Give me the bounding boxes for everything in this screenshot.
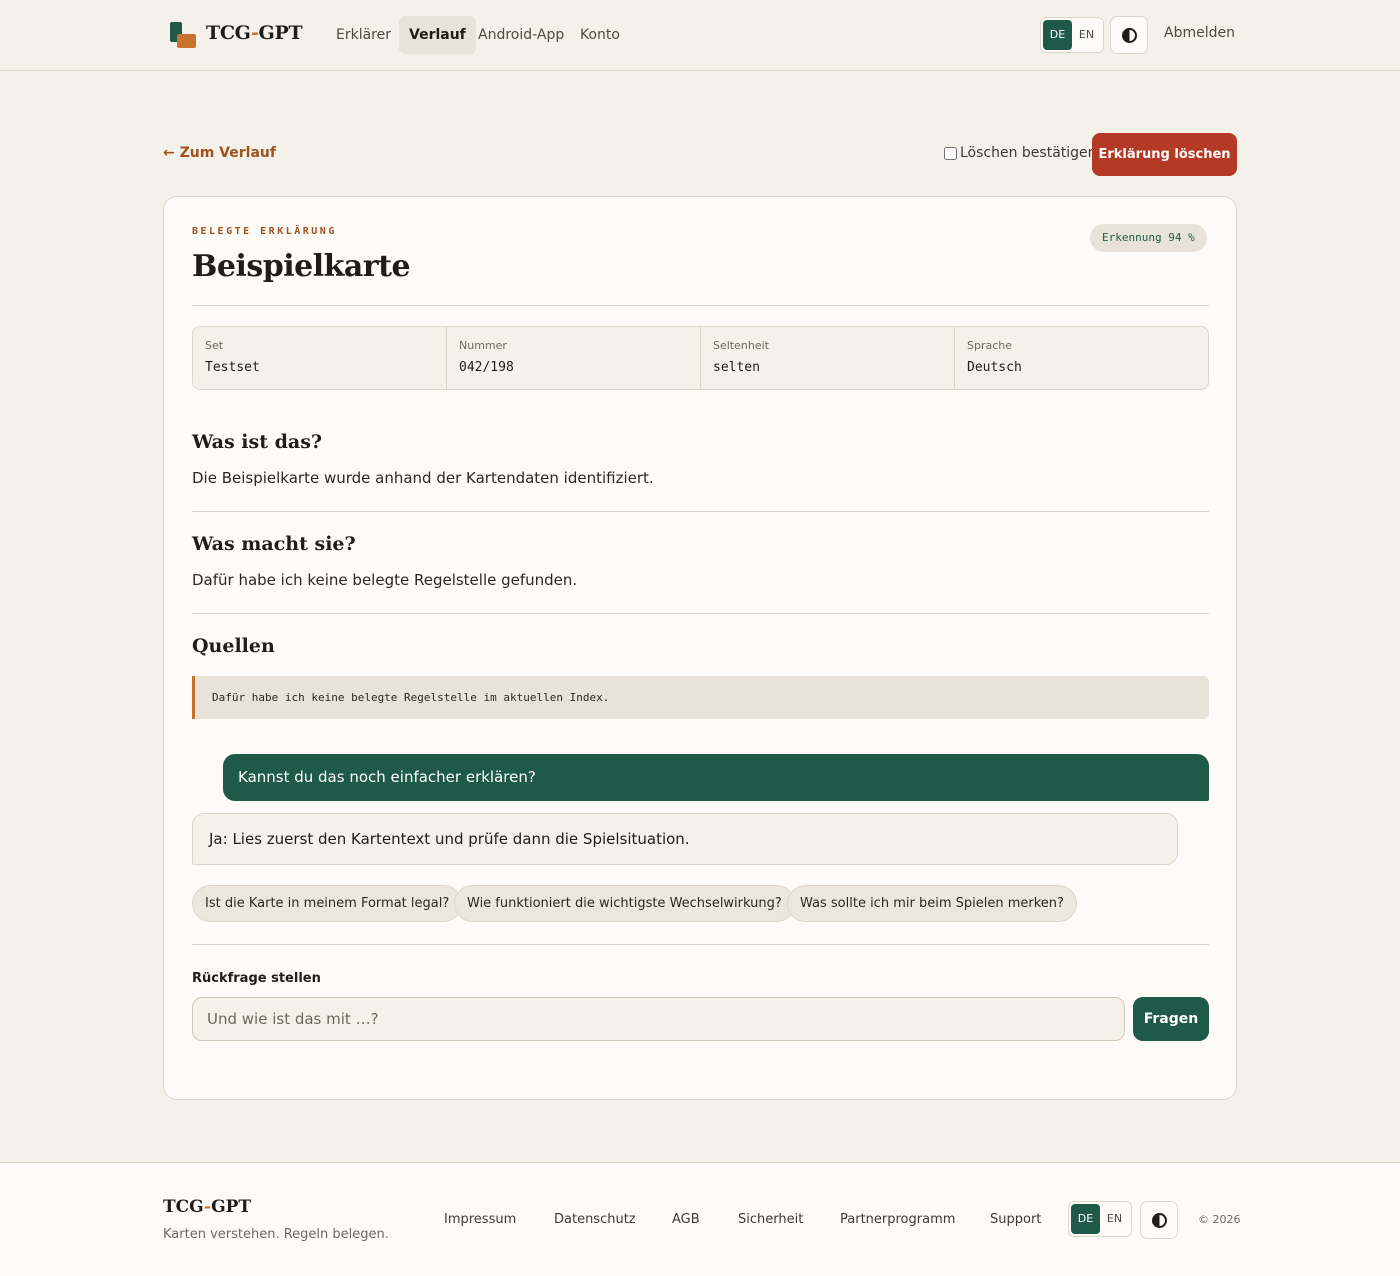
suggestion-chip[interactable]: Ist die Karte in meinem Format legal? (192, 885, 463, 922)
section-text-does: Dafür habe ich keine belegte Regelstelle… (192, 571, 578, 589)
sources-heading: Quellen (192, 635, 275, 657)
nav-item-android-app[interactable]: Android-App (468, 16, 574, 54)
footer-language-switcher: DE EN (1068, 1201, 1132, 1237)
card-title: Beispielkarte (192, 249, 411, 284)
meta-label: Sprache (967, 339, 1013, 352)
theme-toggle-icon (1121, 27, 1137, 43)
footer: TCG-GPT Karten verstehen. Regeln belegen… (0, 1162, 1400, 1276)
delete-confirm[interactable]: Löschen bestätigen (944, 145, 1097, 161)
divider (192, 305, 1209, 306)
footer-tagline: Karten verstehen. Regeln belegen. (163, 1227, 389, 1242)
meta-label: Nummer (459, 339, 507, 352)
divider (192, 613, 1209, 614)
lang-en-button[interactable]: EN (1072, 20, 1101, 50)
footer-lang-en-button[interactable]: EN (1100, 1204, 1129, 1234)
footer-link-support[interactable]: Support (990, 1212, 1041, 1227)
explanation-card: BELEGTE ERKLÄRUNG Beispielkarte Erkennun… (163, 196, 1237, 1100)
theme-toggle-button[interactable] (1110, 16, 1148, 54)
divider (192, 511, 1209, 512)
suggestion-chip[interactable]: Was sollte ich mir beim Spielen merken? (787, 885, 1077, 922)
chat-assistant-message: Ja: Lies zuerst den Kartentext und prüfe… (192, 813, 1178, 865)
meta-value: 042/198 (459, 360, 514, 375)
meta-set: Set Testset (193, 327, 447, 389)
footer-brand: TCG-GPT (163, 1197, 252, 1217)
top-navigation: TCG-GPT Erklärer Verlauf Android-App Kon… (0, 0, 1400, 71)
footer-link-partnerprogramm[interactable]: Partnerprogramm (840, 1212, 955, 1227)
nav-item-konto[interactable]: Konto (570, 16, 630, 54)
recognition-badge: Erkennung 94 % (1090, 224, 1207, 252)
meta-label: Seltenheit (713, 339, 769, 352)
logout-link[interactable]: Abmelden (1164, 25, 1235, 41)
footer-link-impressum[interactable]: Impressum (444, 1212, 516, 1227)
chat-user-message: Kannst du das noch einfacher erklären? (223, 754, 1209, 801)
lang-de-button[interactable]: DE (1043, 20, 1072, 50)
delete-confirm-checkbox[interactable] (944, 146, 957, 160)
back-to-history-link[interactable]: ← Zum Verlauf (163, 145, 276, 161)
section-text-what: Die Beispielkarte wurde anhand der Karte… (192, 469, 654, 487)
meta-value: selten (713, 360, 760, 375)
divider (192, 944, 1209, 945)
footer-theme-toggle-button[interactable] (1140, 1201, 1178, 1239)
meta-value: Testset (205, 360, 260, 375)
card-metadata: Set Testset Nummer 042/198 Seltenheit se… (192, 326, 1209, 390)
ask-button[interactable]: Fragen (1133, 997, 1209, 1041)
logo-icon[interactable] (170, 22, 196, 48)
meta-value: Deutsch (967, 360, 1022, 375)
footer-link-datenschutz[interactable]: Datenschutz (554, 1212, 636, 1227)
meta-number: Nummer 042/198 (447, 327, 701, 389)
footer-link-sicherheit[interactable]: Sicherheit (738, 1212, 803, 1227)
meta-rarity: Seltenheit selten (701, 327, 955, 389)
section-heading-what: Was ist das? (192, 431, 323, 453)
suggestion-chip[interactable]: Wie funktioniert die wichtigste Wechselw… (454, 885, 795, 922)
copyright: © 2026 (1198, 1213, 1241, 1226)
meta-language: Sprache Deutsch (955, 327, 1208, 389)
footer-lang-de-button[interactable]: DE (1071, 1204, 1100, 1234)
brand-name[interactable]: TCG-GPT (206, 22, 303, 44)
card-eyebrow: BELEGTE ERKLÄRUNG (192, 226, 337, 237)
followup-label: Rückfrage stellen (192, 971, 321, 986)
source-quote: Dafür habe ich keine belegte Regelstelle… (192, 676, 1209, 719)
language-switcher: DE EN (1040, 17, 1104, 53)
nav-item-erklaerer[interactable]: Erklärer (326, 16, 401, 54)
delete-confirm-label: Löschen bestätigen (960, 145, 1097, 161)
section-heading-does: Was macht sie? (192, 533, 356, 555)
delete-explanation-button[interactable]: Erklärung löschen (1092, 133, 1237, 176)
followup-input[interactable] (192, 997, 1125, 1041)
theme-toggle-icon (1151, 1212, 1167, 1228)
nav-item-verlauf[interactable]: Verlauf (399, 16, 476, 54)
meta-label: Set (205, 339, 224, 352)
footer-link-agb[interactable]: AGB (672, 1212, 700, 1227)
